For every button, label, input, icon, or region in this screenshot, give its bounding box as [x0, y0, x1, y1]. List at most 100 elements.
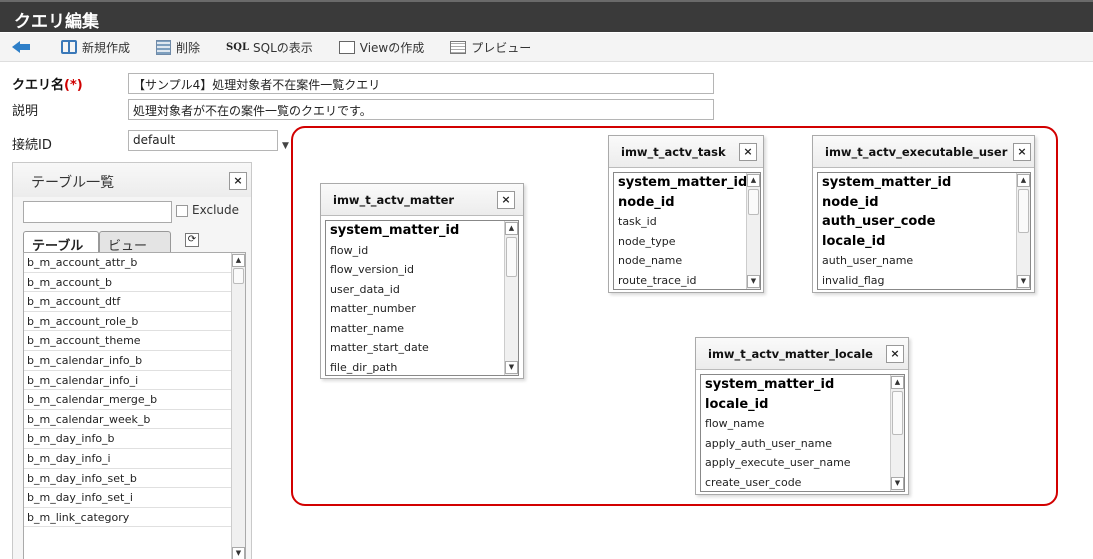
entity-header[interactable]: imw_t_actv_executable_user ×: [813, 136, 1034, 168]
preview-button[interactable]: プレビュー: [450, 39, 531, 56]
scroll-thumb[interactable]: [748, 189, 759, 215]
table-list-scrollbar[interactable]: ▲ ▼: [231, 253, 245, 559]
column-item[interactable]: matter_start_date: [326, 338, 518, 358]
show-sql-button[interactable]: SQL SQLの表示: [226, 39, 313, 56]
create-view-button[interactable]: Viewの作成: [338, 39, 425, 56]
scroll-down-icon[interactable]: ▼: [1017, 275, 1030, 288]
close-icon[interactable]: ×: [229, 172, 247, 190]
column-scrollbar[interactable]: ▲ ▼: [890, 375, 904, 491]
scroll-thumb[interactable]: [233, 268, 244, 284]
column-item[interactable]: apply_execute_user_name: [701, 453, 904, 473]
scroll-thumb[interactable]: [1018, 189, 1029, 233]
primary-key-column[interactable]: node_id: [614, 193, 760, 213]
primary-key-column[interactable]: system_matter_id: [614, 173, 760, 193]
column-item[interactable]: node_type: [614, 232, 760, 252]
primary-key-column[interactable]: system_matter_id: [326, 221, 518, 241]
query-name-label: クエリ名(*): [12, 78, 83, 93]
column-item[interactable]: user_data_id: [326, 280, 518, 300]
list-item[interactable]: b_m_account_b: [24, 273, 245, 293]
entity-imw-t-actv-matter[interactable]: imw_t_actv_matter × system_matter_id flow…: [320, 183, 524, 379]
query-name-input[interactable]: 【サンプル4】処理対象者不在案件一覧クエリ: [128, 73, 714, 94]
column-item[interactable]: task_id: [614, 212, 760, 232]
primary-key-column[interactable]: node_id: [818, 193, 1030, 213]
primary-key-column[interactable]: locale_id: [818, 232, 1030, 252]
description-input[interactable]: 処理対象者が不在の案件一覧のクエリです。: [128, 99, 714, 120]
scroll-up-icon[interactable]: ▲: [232, 254, 245, 267]
scroll-up-icon[interactable]: ▲: [891, 376, 904, 389]
window-icon: [338, 40, 355, 54]
back-button[interactable]: [12, 41, 35, 53]
column-scrollbar[interactable]: ▲ ▼: [746, 173, 760, 289]
column-rows: system_matter_id node_id auth_user_code loc…: [818, 173, 1030, 290]
scroll-up-icon[interactable]: ▲: [505, 222, 518, 235]
scroll-up-icon[interactable]: ▲: [1017, 174, 1030, 187]
close-icon[interactable]: ×: [1013, 143, 1031, 161]
delete-button[interactable]: 削除: [156, 39, 200, 56]
scroll-down-icon[interactable]: ▼: [505, 361, 518, 374]
entity-header[interactable]: imw_t_actv_matter ×: [321, 184, 523, 216]
tab-view[interactable]: ビュー: [99, 231, 171, 254]
scroll-thumb[interactable]: [506, 237, 517, 277]
scroll-down-icon[interactable]: ▼: [891, 477, 904, 490]
entity-imw-t-actv-matter-locale[interactable]: imw_t_actv_matter_locale × system_matter…: [695, 337, 909, 495]
table-list-header: テーブル一覧 ×: [13, 163, 251, 197]
column-item[interactable]: route_trace_id: [614, 271, 760, 290]
entity-header[interactable]: imw_t_actv_task ×: [609, 136, 763, 168]
column-item[interactable]: create_user_code: [701, 473, 904, 492]
column-item[interactable]: file_dir_path: [326, 358, 518, 376]
primary-key-column[interactable]: system_matter_id: [818, 173, 1030, 193]
list-item[interactable]: b_m_calendar_info_i: [24, 371, 245, 391]
entity-imw-t-actv-task[interactable]: imw_t_actv_task × system_matter_id node_i…: [608, 135, 764, 293]
list-item[interactable]: b_m_account_theme: [24, 331, 245, 351]
entity-title: imw_t_actv_task: [621, 145, 726, 159]
list-item[interactable]: b_m_day_info_i: [24, 449, 245, 469]
refresh-icon[interactable]: ⟳: [185, 233, 199, 247]
description-label: 説明: [12, 104, 39, 119]
list-item[interactable]: b_m_calendar_info_b: [24, 351, 245, 371]
column-item[interactable]: matter_name: [326, 319, 518, 339]
column-item[interactable]: flow_name: [701, 414, 904, 434]
close-icon[interactable]: ×: [497, 191, 515, 209]
column-item[interactable]: auth_user_name: [818, 251, 1030, 271]
list-item[interactable]: b_m_link_category: [24, 508, 245, 528]
create-view-label: Viewの作成: [359, 40, 425, 55]
book-icon: [61, 40, 77, 54]
list-item[interactable]: b_m_account_dtf: [24, 292, 245, 312]
table-search-input[interactable]: [23, 201, 172, 223]
scroll-thumb[interactable]: [892, 391, 903, 435]
list-item[interactable]: b_m_day_info_b: [24, 429, 245, 449]
scroll-down-icon[interactable]: ▼: [232, 547, 245, 559]
primary-key-column[interactable]: locale_id: [701, 395, 904, 415]
exclude-checkbox[interactable]: [176, 205, 188, 217]
scroll-up-icon[interactable]: ▲: [747, 174, 760, 187]
exclude-label: Exclude: [192, 203, 240, 217]
column-item[interactable]: flow_version_id: [326, 260, 518, 280]
column-scrollbar[interactable]: ▲ ▼: [504, 221, 518, 375]
close-icon[interactable]: ×: [886, 345, 904, 363]
column-item[interactable]: flow_id: [326, 241, 518, 261]
required-mark: (*): [64, 78, 83, 93]
connection-id-label: 接続ID: [12, 138, 52, 153]
chevron-down-icon[interactable]: ▼: [282, 141, 289, 151]
list-item[interactable]: b_m_calendar_week_b: [24, 410, 245, 430]
connection-id-select[interactable]: default: [128, 130, 278, 151]
new-button[interactable]: 新規作成: [61, 39, 130, 56]
column-item[interactable]: matter_number: [326, 299, 518, 319]
scroll-down-icon[interactable]: ▼: [747, 275, 760, 288]
primary-key-column[interactable]: system_matter_id: [701, 375, 904, 395]
close-icon[interactable]: ×: [739, 143, 757, 161]
entity-header[interactable]: imw_t_actv_matter_locale ×: [696, 338, 908, 370]
primary-key-column[interactable]: auth_user_code: [818, 212, 1030, 232]
list-item[interactable]: b_m_account_role_b: [24, 312, 245, 332]
list-item[interactable]: b_m_account_attr_b: [24, 253, 245, 273]
entity-title: imw_t_actv_executable_user: [825, 145, 1008, 159]
column-item[interactable]: invalid_flag: [818, 271, 1030, 290]
list-item[interactable]: b_m_calendar_merge_b: [24, 390, 245, 410]
list-item[interactable]: b_m_day_info_set_i: [24, 488, 245, 508]
list-item[interactable]: b_m_day_info_set_b: [24, 469, 245, 489]
tab-table[interactable]: テーブル: [23, 231, 99, 254]
column-item[interactable]: apply_auth_user_name: [701, 434, 904, 454]
column-scrollbar[interactable]: ▲ ▼: [1016, 173, 1030, 289]
column-item[interactable]: node_name: [614, 251, 760, 271]
entity-imw-t-actv-executable-user[interactable]: imw_t_actv_executable_user × system_matt…: [812, 135, 1035, 293]
